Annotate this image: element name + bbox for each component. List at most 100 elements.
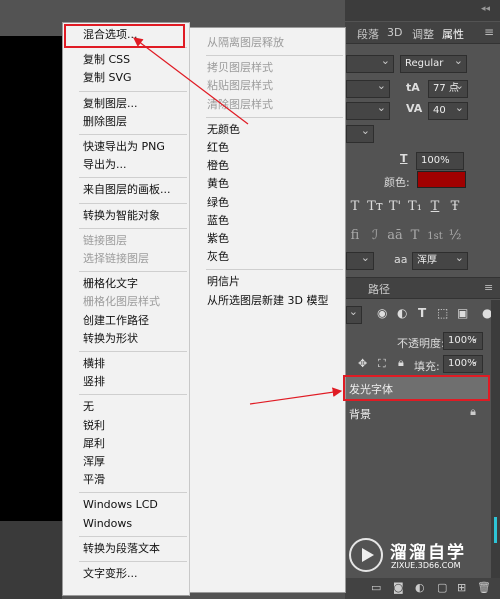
trash-icon[interactable]: 🗑︎ [477,581,491,594]
menu-item[interactable]: 竖排 [63,373,189,391]
font-family-dropdown[interactable] [346,53,394,73]
menu-item[interactable]: 转换为智能对象 [63,207,189,225]
menu-item-windows-lcd[interactable]: Windows LCD [63,496,189,514]
titling-icon[interactable]: T [405,228,425,243]
menu-item[interactable]: 明信片 [190,273,345,291]
underline-icon[interactable]: T [425,199,445,214]
opacity-label: 不透明度: [397,337,445,350]
menu-item[interactable]: 复制图层... [63,95,189,113]
menu-item[interactable]: 创建工作路径 [63,312,189,330]
type-filter-icon[interactable]: T [418,306,426,320]
menu-item[interactable]: 栅格化文字 [63,275,189,293]
menu-item: 拷贝图层样式 [207,61,273,75]
layer-filter-dropdown[interactable] [346,304,362,324]
layer-context-menu: 混合选项... 复制 CSS 复制 SVG 复制图层... 删除图层 快速导出为 PNG 导… [62,22,190,596]
mask-icon[interactable]: ◙ [393,581,404,594]
menu-item[interactable]: 来自图层的画板... [63,181,189,199]
text-color-swatch[interactable] [417,171,466,188]
layer-context-menu-column2: 从隔离图层释放 拷贝图层样式 粘贴图层样式 清除图层样式 无颜色 红色 橙色 黄色 绿色 蓝色 紫色… [190,27,346,593]
language-dropdown[interactable] [346,250,374,270]
pixel-filter-icon[interactable]: ◉ [377,306,387,320]
vertical-scale-icon: T [400,152,408,165]
menu-item-svg[interactable]: 复制 SVG [63,69,189,87]
lock-artboard-icon[interactable]: ⛶ [378,357,386,371]
menu-item[interactable]: 文字变形... [63,565,189,583]
tab-paragraph[interactable]: 段落 [357,26,379,42]
fill-label: 填充: [414,360,440,373]
all-caps-icon[interactable]: Tт [365,199,385,214]
opacity-field[interactable]: 100% [443,330,483,350]
vertical-scale-field[interactable]: 100% [416,152,464,170]
menu-item[interactable]: 灰色 [190,248,345,266]
menu-separator [206,116,343,118]
menu-item[interactable]: 导出为... [63,156,189,174]
menu-item[interactable]: 转换为段落文本 [63,540,189,558]
menu-item[interactable]: 删除图层 [63,113,189,131]
menu-item[interactable]: 紫色 [190,230,345,248]
fill-field[interactable]: 100% [443,353,483,373]
document-canvas[interactable] [0,36,62,521]
menu-item[interactable]: 犀利 [63,435,189,453]
menu-item-css[interactable]: 复制 CSS [63,51,189,69]
lock-move-icon[interactable]: ✥ [358,357,367,370]
menu-item[interactable]: 绿色 [190,194,345,212]
lock-all-icon[interactable]: 🔒︎ [398,356,404,370]
fx-icon[interactable]: ▭ [371,581,381,594]
menu-item[interactable]: 横排 [63,355,189,373]
menu-item[interactable]: 平滑 [63,471,189,489]
panel-collapse-strip[interactable]: ◂◂ [345,0,500,21]
group-icon[interactable]: ▢ [437,581,447,594]
tab-properties[interactable]: 属性 [442,26,464,42]
layers-scrollbar[interactable] [491,300,500,599]
opentype-row: fi ℐaā T 1st ½ [345,228,465,243]
layer-row[interactable]: 背景 🔒︎ [345,401,490,425]
superscript-icon[interactable]: T' [385,199,405,214]
menu-separator [79,394,187,396]
strikethrough-icon[interactable]: Ŧ [445,199,465,214]
panel-menu-icon[interactable]: ≡ [484,25,494,39]
color-label: 颜色: [384,176,410,189]
kerning-dropdown[interactable] [346,100,390,120]
fraction-icon[interactable]: ½ [445,228,465,243]
subscript-icon[interactable]: T₁ [405,199,425,214]
tracking-dropdown[interactable]: 40 [428,100,468,120]
layers-menu-icon[interactable]: ≡ [484,281,493,294]
smart-filter-icon[interactable]: ▣ [457,306,468,320]
tab-adjustments[interactable]: 调整 [412,26,434,42]
baseline-dropdown[interactable] [346,123,374,143]
blending-options-highlight [64,24,185,48]
tab-3d[interactable]: 3D [387,26,402,39]
tab-paths[interactable]: 路径 [368,281,390,297]
menu-item[interactable]: 浑厚 [63,453,189,471]
faux-bold-icon[interactable]: T [345,199,365,214]
adjustment-icon[interactable]: ◐ [415,581,425,594]
ordinal-icon[interactable]: 1st [425,231,445,242]
menu-item[interactable]: 蓝色 [190,212,345,230]
menu-item[interactable]: 橙色 [190,157,345,175]
menu-separator [79,561,187,562]
swash-icon[interactable]: ℐ [365,228,385,243]
new-layer-icon[interactable]: ⊞ [457,581,466,594]
menu-item-png[interactable]: 快速导出为 PNG [63,138,189,156]
menu-item[interactable]: 无颜色 [190,121,345,139]
menu-item[interactable]: 无 [63,398,189,416]
menu-item[interactable]: 转换为形状 [63,330,189,348]
collapse-icon[interactable]: ◂◂ [481,4,490,14]
font-size-dropdown[interactable]: 77 点 [428,78,468,98]
menu-item-3d[interactable]: 从所选图层新建 3D 模型 [190,292,345,310]
font-style-dropdown[interactable]: Regular [400,53,467,73]
menu-item[interactable]: 红色 [190,139,345,157]
menu-item[interactable]: 锐利 [63,417,189,435]
font-size-left[interactable] [346,78,390,98]
watermark-url: ZIXUE.3D66.COM [391,561,461,570]
shape-filter-icon[interactable]: ⬚ [437,306,448,320]
menu-separator [79,177,187,179]
stylistic-icon[interactable]: aā [385,228,405,243]
watermark: 溜溜自学 ZIXUE.3D66.COM [349,538,489,574]
menu-item-windows[interactable]: Windows [63,515,189,533]
antialias-dropdown[interactable]: 浑厚 [412,250,468,270]
adjustment-filter-icon[interactable]: ◐ [397,306,407,320]
layer-name: 背景 [349,408,371,421]
ligature-icon[interactable]: fi [345,228,365,243]
menu-item[interactable]: 黄色 [190,175,345,193]
